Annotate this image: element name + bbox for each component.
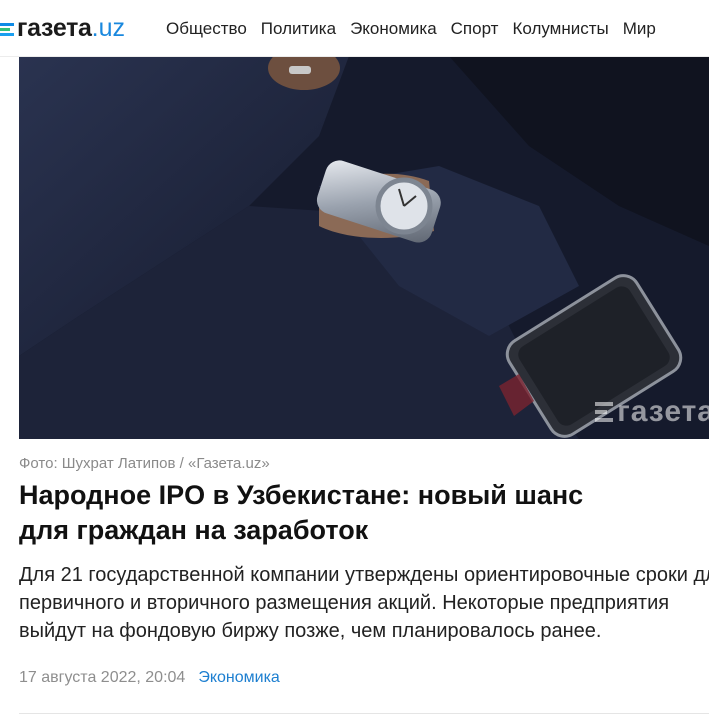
article-meta: 17 августа 2022, 20:04 Экономика xyxy=(19,669,280,687)
site-logo[interactable]: газета .uz xyxy=(0,14,125,42)
logo-domain: .uz xyxy=(91,14,125,42)
photo-illustration xyxy=(19,56,709,439)
nav-item-society[interactable]: Общество xyxy=(166,19,247,39)
photo-watermark: газета xyxy=(595,395,709,429)
article-title[interactable]: Народное IPO в Узбекистане: новый шанс д… xyxy=(19,478,639,548)
watermark-text: газета xyxy=(617,395,709,428)
photo-credit: Фото: Шухрат Латипов / «Газета.uz» xyxy=(19,455,270,472)
gazeta-logo-icon xyxy=(595,402,614,422)
publish-date: 17 августа 2022, 20:04 xyxy=(19,669,186,686)
gazeta-logo-icon xyxy=(0,22,14,37)
site-header: газета .uz Общество Политика Экономика С… xyxy=(0,0,709,57)
article-lead: Для 21 государственной компании утвержде… xyxy=(19,564,709,642)
nav-item-sport[interactable]: Спорт xyxy=(451,19,499,39)
divider xyxy=(19,713,709,714)
nav-item-world[interactable]: Мир xyxy=(623,19,656,39)
article-photo[interactable]: газета xyxy=(19,56,709,439)
logo-text: газета xyxy=(17,14,92,42)
nav-item-politics[interactable]: Политика xyxy=(261,19,336,39)
main-nav: Общество Политика Экономика Спорт Колумн… xyxy=(166,19,670,39)
nav-item-economy[interactable]: Экономика xyxy=(350,19,437,39)
category-link[interactable]: Экономика xyxy=(198,669,280,687)
nav-item-columnists[interactable]: Колумнисты xyxy=(512,19,608,39)
